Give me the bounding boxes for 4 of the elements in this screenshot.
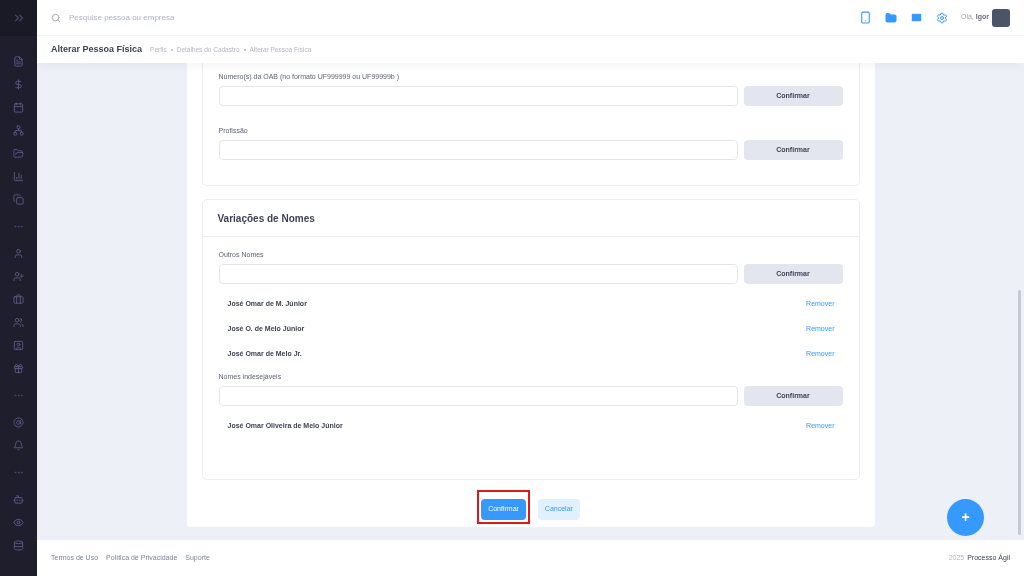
search-field[interactable]: Pesquise pessoa ou empresa bbox=[69, 11, 369, 24]
page-title: Alterar Pessoa Física bbox=[51, 42, 143, 56]
section-title: Variações de Nomes bbox=[217, 211, 315, 226]
add-button[interactable]: + bbox=[947, 499, 984, 536]
